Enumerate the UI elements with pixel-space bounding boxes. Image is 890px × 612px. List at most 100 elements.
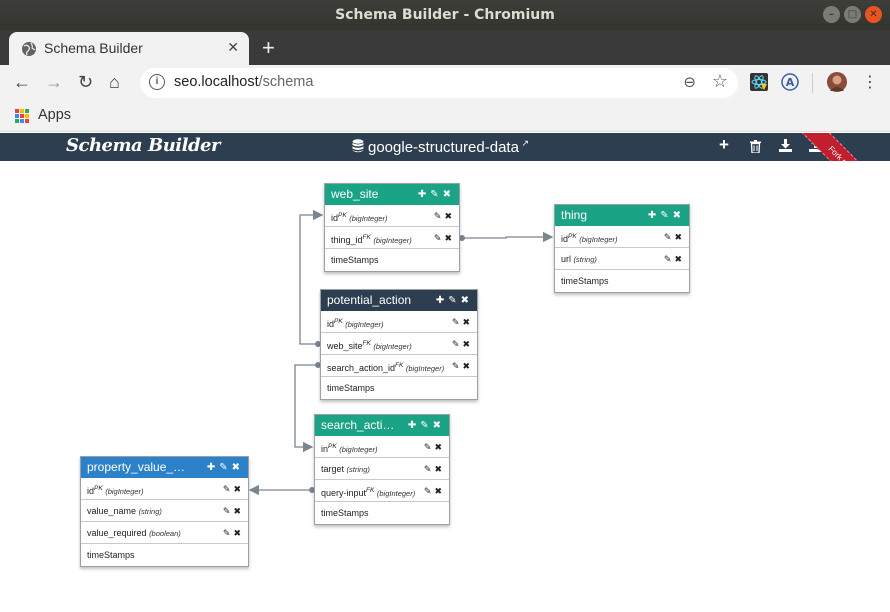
site-info-icon[interactable]: i [149, 74, 165, 90]
delete-icon[interactable]: ✖ [232, 462, 244, 473]
edit-icon[interactable]: ✎ [223, 506, 234, 516]
app-navbar: Schema Builder google-structured-data ↗ … [0, 133, 890, 161]
globe-icon [22, 42, 36, 56]
delete-icon[interactable]: ✖ [674, 254, 685, 264]
edit-icon[interactable]: ✎ [424, 464, 435, 474]
minimize-button[interactable]: – [823, 6, 840, 23]
trash-icon[interactable] [750, 140, 761, 153]
edit-icon[interactable]: ✎ [452, 361, 463, 371]
brand-logo[interactable]: Schema Builder [66, 135, 220, 156]
edit-icon[interactable]: ✎ [424, 442, 435, 452]
edit-icon[interactable]: ✎ [452, 317, 463, 327]
edit-icon[interactable]: ✎ [430, 189, 442, 200]
react-devtools-icon[interactable] [750, 73, 768, 91]
column-row[interactable]: idPK (bigInteger) ✎✖ [555, 226, 689, 248]
zoom-icon[interactable]: ⊖ [683, 73, 696, 91]
delete-icon[interactable]: ✖ [233, 484, 244, 494]
reload-icon[interactable]: ↻ [78, 72, 93, 93]
table-header[interactable]: web_site ✚✎✖ [325, 184, 459, 205]
column-row[interactable]: query-inputFK (bigInteger) ✎✖ [315, 480, 449, 502]
delete-icon[interactable]: ✖ [462, 361, 473, 371]
table-property-value[interactable]: property_value_… ✚✎✖ idPK (bigInteger) ✎✖… [80, 456, 249, 567]
url-text[interactable]: seo.localhost/schema [174, 74, 313, 90]
edit-icon[interactable]: ✎ [664, 232, 675, 242]
table-potential-action[interactable]: potential_action ✚✎✖ idPK (bigInteger) ✎✖… [320, 289, 478, 400]
add-column-icon[interactable]: ✚ [207, 462, 219, 473]
column-row: timeStamps [327, 383, 375, 393]
delete-icon[interactable]: ✖ [673, 210, 685, 221]
new-tab-button[interactable]: + [262, 35, 275, 61]
address-bar[interactable]: i seo.localhost/schema ⊖ ☆ [140, 68, 738, 98]
table-header[interactable]: thing ✚✎✖ [555, 205, 689, 226]
svg-text:A: A [786, 76, 795, 89]
extension-a-icon[interactable]: A [781, 73, 799, 91]
column-row[interactable]: value_name (string) ✎✖ [81, 500, 248, 522]
delete-icon[interactable]: ✖ [233, 506, 244, 516]
delete-icon[interactable]: ✖ [433, 420, 445, 431]
menu-icon[interactable]: ⋮ [862, 72, 878, 92]
bookmark-star-icon[interactable]: ☆ [712, 71, 728, 92]
table-header[interactable]: property_value_… ✚✎✖ [81, 457, 248, 478]
edit-icon[interactable]: ✎ [448, 295, 460, 306]
tab-schema-builder[interactable]: Schema Builder ✕ [9, 32, 249, 65]
add-column-icon[interactable]: ✚ [436, 295, 448, 306]
table-title: web_site [331, 187, 379, 201]
table-web-site[interactable]: web_site ✚✎✖ idPK (bigInteger) ✎✖ thing_i… [324, 183, 460, 272]
forward-icon[interactable]: → [45, 72, 63, 93]
edit-icon[interactable]: ✎ [424, 486, 435, 496]
add-column-icon[interactable]: ✚ [648, 210, 660, 221]
bookmarks-bar: Apps [0, 100, 890, 132]
column-row: timeStamps [331, 255, 379, 265]
edit-icon[interactable]: ✎ [223, 528, 234, 538]
delete-icon[interactable]: ✖ [233, 528, 244, 538]
edit-icon[interactable]: ✎ [219, 462, 231, 473]
column-row[interactable]: idPK (bigInteger) ✎✖ [321, 311, 477, 333]
column-row[interactable]: target (string) ✎✖ [315, 458, 449, 480]
close-window-button[interactable]: ✕ [865, 6, 882, 23]
home-icon[interactable]: ⌂ [109, 72, 120, 93]
delete-icon[interactable]: ✖ [434, 442, 445, 452]
edit-icon[interactable]: ✎ [223, 484, 234, 494]
delete-icon[interactable]: ✖ [434, 464, 445, 474]
column-row[interactable]: url (string) ✎✖ [555, 248, 689, 270]
column-row[interactable]: inPK (bigInteger) ✎✖ [315, 436, 449, 458]
column-row: timeStamps [321, 508, 369, 518]
apps-icon[interactable] [15, 109, 29, 123]
add-table-icon[interactable]: + [719, 135, 729, 155]
delete-icon[interactable]: ✖ [462, 339, 473, 349]
edit-icon[interactable]: ✎ [452, 339, 463, 349]
add-column-icon[interactable]: ✚ [408, 420, 420, 431]
column-row[interactable]: value_required (boolean) ✎✖ [81, 522, 248, 544]
delete-icon[interactable]: ✖ [444, 211, 455, 221]
back-icon[interactable]: ← [13, 72, 31, 93]
external-link-icon: ↗ [518, 138, 529, 148]
table-header[interactable]: potential_action ✚✎✖ [321, 290, 477, 311]
delete-icon[interactable]: ✖ [461, 295, 473, 306]
browser-toolbar: ← → ↻ ⌂ i seo.localhost/schema ⊖ ☆ A ⋮ [0, 65, 890, 100]
profile-avatar[interactable] [827, 72, 847, 92]
edit-icon[interactable]: ✎ [434, 233, 445, 243]
table-header[interactable]: search_acti… ✚✎✖ [315, 415, 449, 436]
delete-icon[interactable]: ✖ [674, 232, 685, 242]
delete-icon[interactable]: ✖ [443, 189, 455, 200]
edit-icon[interactable]: ✎ [434, 211, 445, 221]
table-thing[interactable]: thing ✚✎✖ idPK (bigInteger) ✎✖ url (strin… [554, 204, 690, 293]
maximize-button[interactable]: □ [844, 6, 861, 23]
column-row[interactable]: web_siteFK (bigInteger) ✎✖ [321, 333, 477, 355]
edit-icon[interactable]: ✎ [664, 254, 675, 264]
delete-icon[interactable]: ✖ [462, 317, 473, 327]
column-row[interactable]: idPK (bigInteger) ✎✖ [325, 205, 459, 227]
delete-icon[interactable]: ✖ [444, 233, 455, 243]
add-column-icon[interactable]: ✚ [418, 189, 430, 200]
delete-icon[interactable]: ✖ [434, 486, 445, 496]
column-row[interactable]: search_action_idFK (bigInteger) ✎✖ [321, 355, 477, 377]
column-row[interactable]: idPK (bigInteger) ✎✖ [81, 478, 248, 500]
edit-icon[interactable]: ✎ [420, 420, 432, 431]
column-row[interactable]: thing_idFK (bigInteger) ✎✖ [325, 227, 459, 249]
schema-canvas[interactable]: web_site ✚✎✖ idPK (bigInteger) ✎✖ thing_i… [0, 161, 890, 612]
edit-icon[interactable]: ✎ [660, 210, 672, 221]
tab-close-icon[interactable]: ✕ [227, 39, 239, 56]
database-name[interactable]: google-structured-data ↗ [352, 138, 529, 156]
table-search-action[interactable]: search_acti… ✚✎✖ inPK (bigInteger) ✎✖ tar… [314, 414, 450, 525]
apps-bookmark[interactable]: Apps [38, 107, 71, 123]
